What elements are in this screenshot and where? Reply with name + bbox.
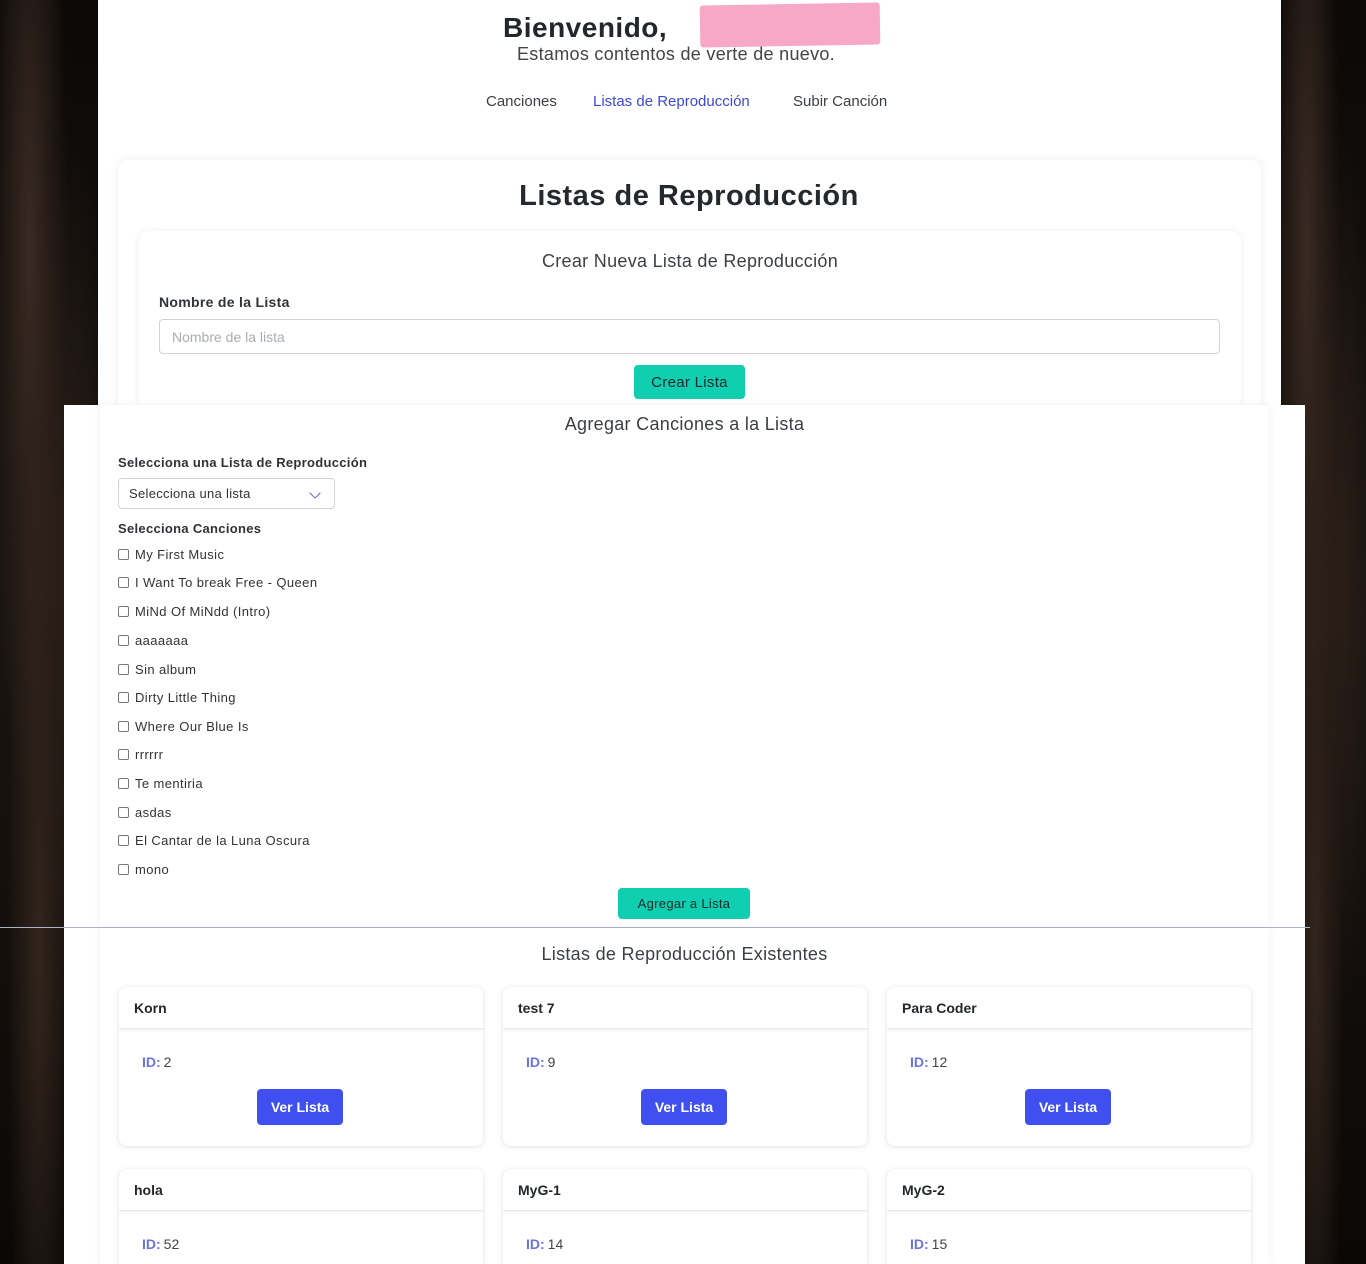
playlist-id: ID: 12 [910, 1054, 947, 1070]
nav-canciones[interactable]: Canciones [486, 93, 557, 110]
playlist-name: Korn [119, 987, 483, 1029]
song-checkbox-item[interactable]: I Want To break Free - Queen [118, 573, 317, 591]
song-title: My First Music [135, 546, 225, 562]
song-checkbox-item[interactable]: rrrrrr [118, 745, 163, 763]
song-title: MiNd Of MiNdd (Intro) [135, 603, 271, 619]
playlist-select[interactable]: Selecciona una lista [118, 478, 335, 509]
song-title: I Want To break Free - Queen [135, 574, 318, 590]
playlist-card: Para Coder ID: 12 Ver Lista [887, 987, 1251, 1146]
checkbox[interactable] [118, 748, 129, 760]
nav-listas-de-reproduccion[interactable]: Listas de Reproducción [593, 93, 750, 110]
song-title: Dirty Little Thing [135, 689, 236, 705]
song-title: rrrrrr [135, 746, 164, 762]
song-title: aaaaaaa [135, 632, 189, 648]
playlist-id: ID: 15 [910, 1236, 947, 1252]
song-checkbox-item[interactable]: asdas [118, 803, 172, 821]
song-checkbox-item[interactable]: El Cantar de la Luna Oscura [118, 831, 310, 849]
view-playlist-button[interactable]: Ver Lista [257, 1089, 343, 1125]
song-title: asdas [135, 804, 172, 820]
song-checkbox-item[interactable]: My First Music [118, 545, 224, 563]
playlist-name: hola [119, 1169, 483, 1211]
checkbox[interactable] [118, 576, 129, 588]
welcome-subtitle: Estamos contentos de verte de nuevo. [517, 44, 835, 64]
checkbox[interactable] [118, 548, 129, 560]
checkbox[interactable] [118, 777, 129, 789]
checkbox[interactable] [118, 605, 129, 617]
playlist-id-key: ID: [910, 1054, 929, 1070]
playlist-id: ID: 52 [142, 1236, 179, 1252]
playlist-id-key: ID: [910, 1236, 929, 1252]
playlist-card: Korn ID: 2 Ver Lista [119, 987, 483, 1146]
song-checkbox-item[interactable]: Sin album [118, 660, 196, 678]
playlist-name: Para Coder [887, 987, 1251, 1029]
playlist-id-key: ID: [142, 1236, 161, 1252]
playlist-id-value: 9 [547, 1054, 556, 1070]
select-playlist-label: Selecciona una Lista de Reproducción [118, 455, 368, 470]
nav-subir-cancion[interactable]: Subir Canción [793, 93, 887, 110]
add-to-playlist-button[interactable]: Agregar a Lista [618, 888, 750, 919]
checkbox[interactable] [118, 863, 129, 875]
playlist-name-label: Nombre de la Lista [159, 294, 290, 310]
welcome-heading: Bienvenido, [503, 12, 668, 43]
song-title: Where Our Blue Is [135, 718, 249, 734]
playlist-name-input[interactable] [159, 319, 1220, 354]
playlist-id-value: 2 [163, 1054, 172, 1070]
checkbox[interactable] [118, 806, 129, 818]
checkbox[interactable] [118, 720, 129, 732]
song-title: Te mentiria [135, 775, 203, 791]
song-checkbox-item[interactable]: mono [118, 860, 169, 878]
playlist-id-value: 52 [163, 1236, 180, 1252]
playlist-name: test 7 [503, 987, 867, 1029]
song-title: Sin album [135, 661, 197, 677]
select-songs-label: Selecciona Canciones [118, 521, 262, 536]
checkbox[interactable] [118, 691, 129, 703]
redacted-username [699, 2, 881, 48]
song-checkbox-item[interactable]: Dirty Little Thing [118, 688, 236, 706]
playlist-card: MyG-1 ID: 14 [503, 1169, 867, 1264]
playlist-name: MyG-1 [503, 1169, 867, 1211]
playlist-id: ID: 14 [526, 1236, 563, 1252]
view-playlist-button[interactable]: Ver Lista [1025, 1089, 1111, 1125]
song-checkbox-item[interactable]: aaaaaaa [118, 631, 188, 649]
playlist-select-value: Selecciona una lista [129, 486, 251, 501]
checkbox[interactable] [118, 834, 129, 846]
chevron-down-icon [309, 487, 321, 499]
song-checkbox-item[interactable]: Where Our Blue Is [118, 717, 249, 735]
view-playlist-button[interactable]: Ver Lista [641, 1089, 727, 1125]
playlist-id: ID: 9 [526, 1054, 555, 1070]
playlist-id-value: 15 [931, 1236, 948, 1252]
checkbox[interactable] [118, 663, 129, 675]
playlist-id-key: ID: [142, 1054, 161, 1070]
playlist-id-value: 14 [547, 1236, 564, 1252]
playlist-id-key: ID: [526, 1054, 545, 1070]
playlist-id-value: 12 [931, 1054, 948, 1070]
existing-playlists-title: Listas de Reproducción Existentes [541, 944, 828, 964]
playlist-card: hola ID: 52 [119, 1169, 483, 1264]
playlist-id: ID: 2 [142, 1054, 171, 1070]
create-playlist-button[interactable]: Crear Lista [634, 365, 745, 399]
add-songs-title: Agregar Canciones a la Lista [564, 414, 805, 434]
playlist-card: MyG-2 ID: 15 [887, 1169, 1251, 1264]
create-playlist-title: Crear Nueva Lista de Reproducción [541, 251, 839, 271]
song-title: mono [135, 861, 170, 877]
song-checkbox-item[interactable]: MiNd Of MiNdd (Intro) [118, 602, 271, 620]
checkbox[interactable] [118, 634, 129, 646]
page-title: Listas de Reproducción [519, 180, 859, 212]
playlist-name: MyG-2 [887, 1169, 1251, 1211]
song-title: El Cantar de la Luna Oscura [135, 832, 310, 848]
playlist-id-key: ID: [526, 1236, 545, 1252]
playlist-card: test 7 ID: 9 Ver Lista [503, 987, 867, 1146]
song-checkbox-item[interactable]: Te mentiria [118, 774, 203, 792]
